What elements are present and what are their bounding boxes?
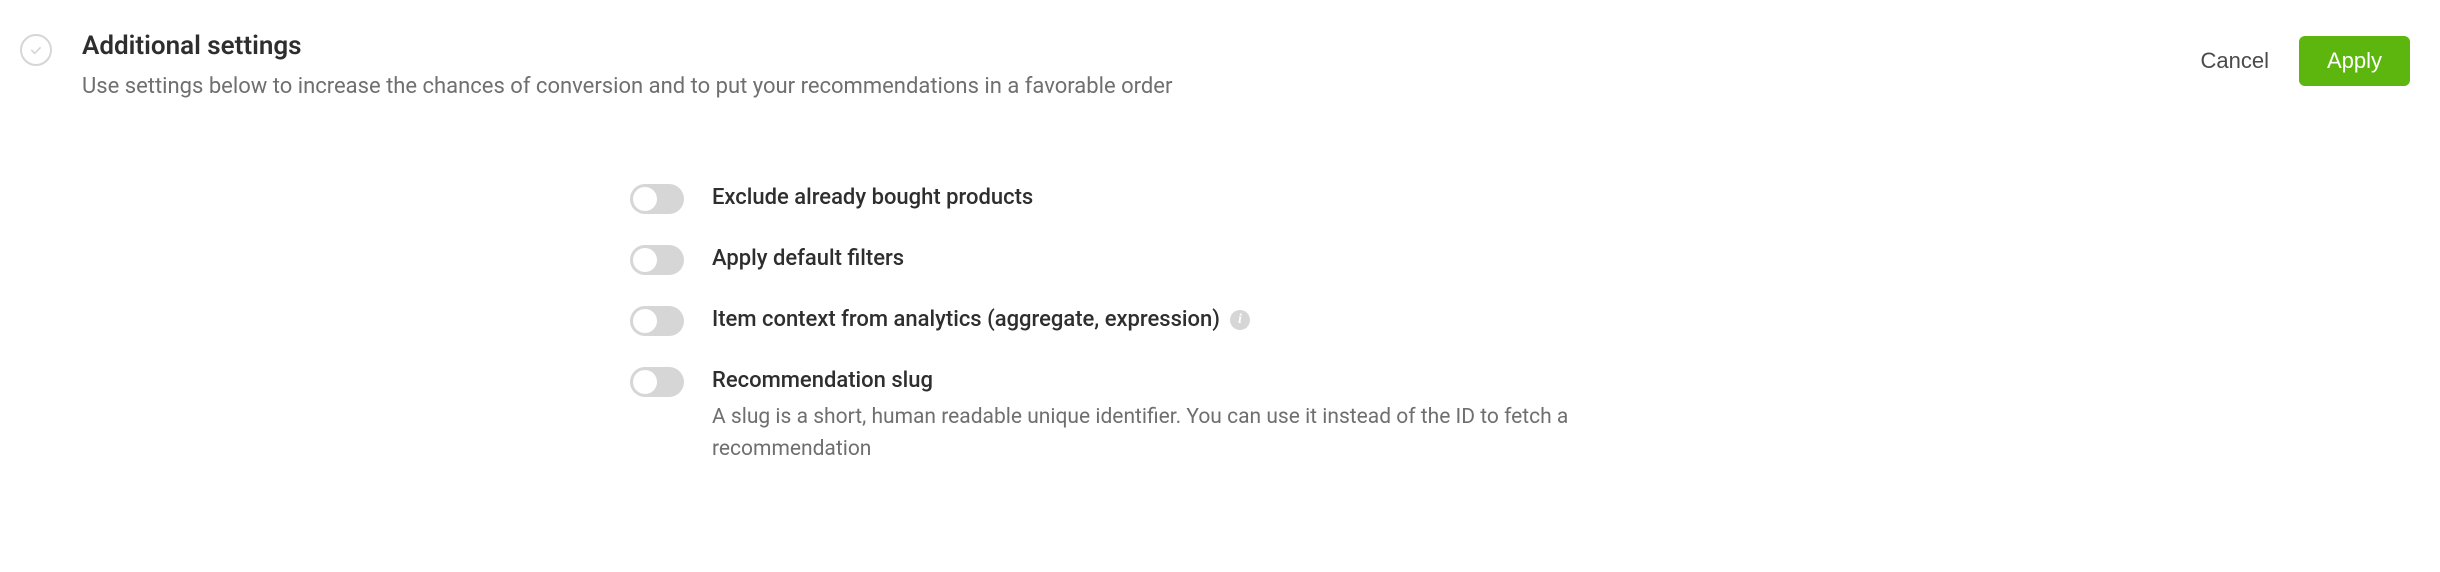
setting-label: Item context from analytics (aggregate, …	[712, 305, 1220, 336]
setting-default-filters: Apply default filters	[630, 244, 1830, 275]
setting-exclude-bought: Exclude already bought products	[630, 183, 1830, 214]
toggle-exclude-bought[interactable]	[630, 184, 684, 214]
setting-recommendation-slug: Recommendation slug A slug is a short, h…	[630, 366, 1830, 466]
toggle-default-filters[interactable]	[630, 245, 684, 275]
setting-item-context: Item context from analytics (aggregate, …	[630, 305, 1830, 336]
toggle-item-context[interactable]	[630, 306, 684, 336]
setting-label: Recommendation slug	[712, 366, 933, 397]
header-actions: Cancel Apply	[2196, 36, 2410, 86]
toggle-recommendation-slug[interactable]	[630, 367, 684, 397]
setting-label: Apply default filters	[712, 244, 904, 275]
info-icon[interactable]: i	[1230, 310, 1250, 330]
cancel-button[interactable]: Cancel	[2196, 40, 2272, 82]
section-subtitle: Use settings below to increase the chanc…	[82, 72, 2196, 103]
checkmark-circle-icon	[20, 34, 52, 66]
apply-button[interactable]: Apply	[2299, 36, 2410, 86]
section-title: Additional settings	[82, 30, 2196, 64]
settings-list: Exclude already bought products Apply de…	[630, 183, 1830, 466]
settings-header: Additional settings Use settings below t…	[0, 0, 2440, 103]
setting-description: A slug is a short, human readable unique…	[712, 402, 1732, 465]
setting-label: Exclude already bought products	[712, 183, 1033, 214]
header-text-block: Additional settings Use settings below t…	[82, 30, 2196, 103]
